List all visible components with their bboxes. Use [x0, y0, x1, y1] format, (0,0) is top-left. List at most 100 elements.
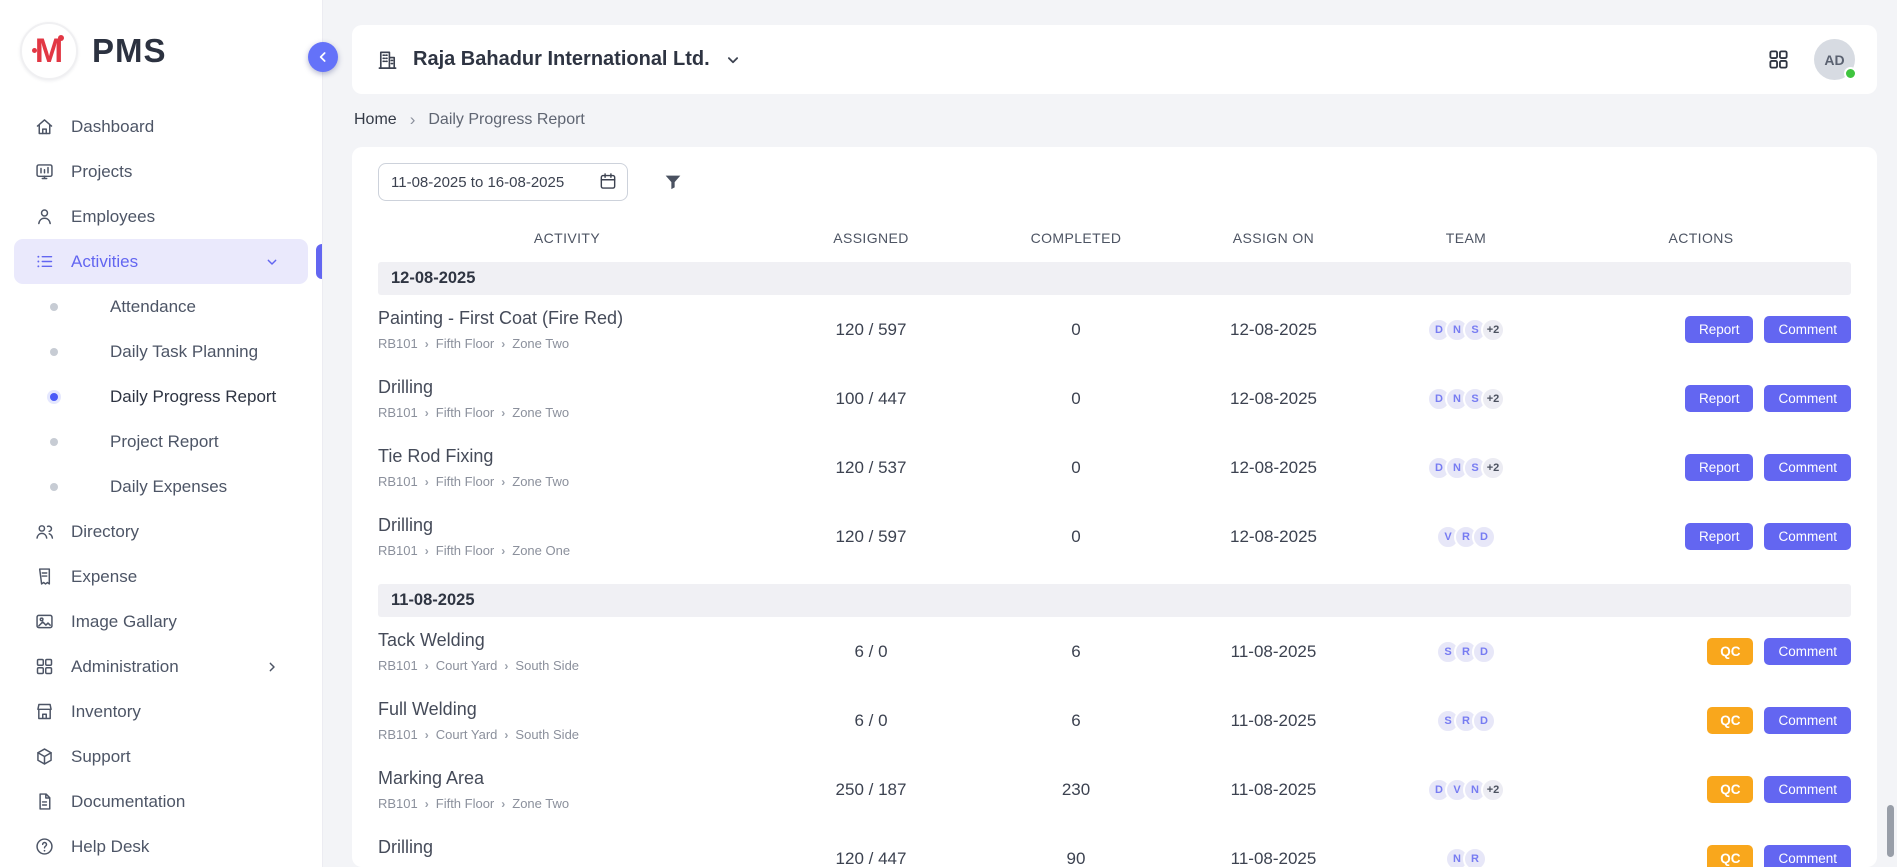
team-avatars: S R D [1381, 640, 1551, 664]
sidebar-item-project-report[interactable]: Project Report [14, 419, 308, 464]
comment-button[interactable]: Comment [1764, 316, 1851, 343]
col-assign-on: ASSIGN ON [1166, 230, 1381, 246]
activity-title: Tack Welding [378, 630, 746, 651]
qc-button[interactable]: QC [1707, 776, 1753, 803]
sidebar-item-label: Project Report [110, 432, 219, 452]
completed-value: 90 [986, 849, 1166, 867]
team-more-badge[interactable]: +2 [1481, 778, 1505, 802]
team-avatars: D N S +2 [1381, 456, 1551, 480]
sidebar-item-daily-progress-report[interactable]: Daily Progress Report [14, 374, 308, 419]
comment-button[interactable]: Comment [1764, 385, 1851, 412]
chevron-right-icon: › [425, 797, 429, 811]
qc-button[interactable]: QC [1707, 638, 1753, 665]
sidebar-item-directory[interactable]: Directory [14, 509, 308, 554]
sidebar-item-administration[interactable]: Administration [14, 644, 308, 689]
assigned-value: 250 / 187 [756, 780, 986, 800]
assign-on-value: 12-08-2025 [1166, 458, 1381, 478]
assigned-value: 120 / 597 [756, 527, 986, 547]
user-avatar[interactable]: AD [1814, 39, 1855, 80]
team-more-badge[interactable]: +2 [1481, 318, 1505, 342]
sidebar-item-daily-expenses[interactable]: Daily Expenses [14, 464, 308, 509]
sidebar-item-daily-task-planning[interactable]: Daily Task Planning [14, 329, 308, 374]
sidebar-item-image-gallary[interactable]: Image Gallary [14, 599, 308, 644]
comment-button[interactable]: Comment [1764, 523, 1851, 550]
home-icon [34, 116, 55, 137]
apps-grid-button[interactable] [1767, 48, 1790, 71]
sidebar-item-label: Administration [71, 657, 179, 677]
row-actions: Report Comment [1551, 316, 1851, 343]
sidebar-item-label: Employees [71, 207, 155, 227]
bullet-icon [50, 393, 58, 401]
sidebar-item-label: Documentation [71, 792, 185, 812]
chevron-right-icon: › [501, 544, 505, 558]
sidebar-item-expense[interactable]: Expense [14, 554, 308, 599]
comment-button[interactable]: Comment [1764, 454, 1851, 481]
qc-button[interactable]: QC [1707, 845, 1753, 867]
grid-apps-icon [1767, 48, 1790, 71]
report-button[interactable]: Report [1685, 316, 1754, 343]
report-button[interactable]: Report [1685, 523, 1754, 550]
report-button[interactable]: Report [1685, 385, 1754, 412]
date-range-input[interactable] [378, 163, 628, 201]
sidebar-item-activities[interactable]: Activities [14, 239, 308, 284]
sidebar-item-label: Activities [71, 252, 138, 272]
inventory-icon [34, 701, 55, 722]
comment-button[interactable]: Comment [1764, 638, 1851, 665]
activity-path: RB101› Fifth Floor› Zone Two [378, 336, 746, 351]
team-more-badge[interactable]: +2 [1481, 387, 1505, 411]
filter-row [378, 163, 1851, 201]
directory-icon [34, 521, 55, 542]
qc-button[interactable]: QC [1707, 707, 1753, 734]
activity-title: Full Welding [378, 699, 746, 720]
sidebar-item-support[interactable]: Support [14, 734, 308, 779]
chevron-right-icon: › [425, 406, 429, 420]
sidebar-item-help-desk[interactable]: Help Desk [14, 824, 308, 867]
date-range-picker [378, 163, 628, 201]
comment-button[interactable]: Comment [1764, 707, 1851, 734]
sidebar-item-inventory[interactable]: Inventory [14, 689, 308, 734]
assign-on-value: 11-08-2025 [1166, 849, 1381, 867]
table-row: Tie Rod Fixing RB101› Fifth Floor› Zone … [378, 433, 1851, 502]
assign-on-value: 12-08-2025 [1166, 527, 1381, 547]
activities-icon [34, 251, 55, 272]
assign-on-value: 12-08-2025 [1166, 389, 1381, 409]
sidebar-item-documentation[interactable]: Documentation [14, 779, 308, 824]
assign-on-value: 12-08-2025 [1166, 320, 1381, 340]
logo-m-icon: M [20, 22, 78, 80]
table-row: Tack Welding RB101› Court Yard› South Si… [378, 617, 1851, 686]
chevron-right-icon: › [425, 475, 429, 489]
sidebar-collapse-button[interactable] [308, 42, 338, 72]
team-member-avatar: D [1472, 709, 1496, 733]
completed-value: 0 [986, 389, 1166, 409]
sidebar-item-attendance[interactable]: Attendance [14, 284, 308, 329]
team-avatars: D N S +2 [1381, 387, 1551, 411]
activity-path: RB101› Fifth Floor› Zone Two [378, 474, 746, 489]
date-group-header: 11-08-2025 [378, 584, 1851, 617]
sidebar-item-dashboard[interactable]: Dashboard [14, 104, 308, 149]
report-button[interactable]: Report [1685, 454, 1754, 481]
comment-button[interactable]: Comment [1764, 776, 1851, 803]
breadcrumb-home[interactable]: Home [354, 111, 397, 129]
support-icon [34, 746, 55, 767]
company-selector[interactable]: Raja Bahadur International Ltd. [376, 48, 742, 71]
comment-button[interactable]: Comment [1764, 845, 1851, 867]
activity-path: RB101› Court Yard› South Side [378, 727, 746, 742]
sidebar-item-label: Dashboard [71, 117, 154, 137]
group-date: 11-08-2025 [391, 591, 475, 610]
row-actions: QC Comment [1551, 845, 1851, 867]
team-more-badge[interactable]: +2 [1481, 456, 1505, 480]
table-row: Drilling RB101› Fifth Floor› Zone Two 10… [378, 364, 1851, 433]
sidebar-item-projects[interactable]: Projects [14, 149, 308, 194]
filter-button[interactable] [662, 171, 684, 193]
row-actions: QC Comment [1551, 707, 1851, 734]
header-actions: AD [1767, 39, 1855, 80]
assign-on-value: 11-08-2025 [1166, 642, 1381, 662]
sidebar-item-label: Support [71, 747, 131, 767]
table-row: Drilling RB101› Fifth Floor› Zone One 12… [378, 502, 1851, 571]
vertical-scrollbar-thumb[interactable] [1887, 805, 1894, 857]
col-completed: COMPLETED [986, 230, 1166, 246]
col-activity: ACTIVITY [378, 230, 756, 246]
sidebar-item-employees[interactable]: Employees [14, 194, 308, 239]
completed-value: 230 [986, 780, 1166, 800]
chevron-right-icon: › [425, 659, 429, 673]
